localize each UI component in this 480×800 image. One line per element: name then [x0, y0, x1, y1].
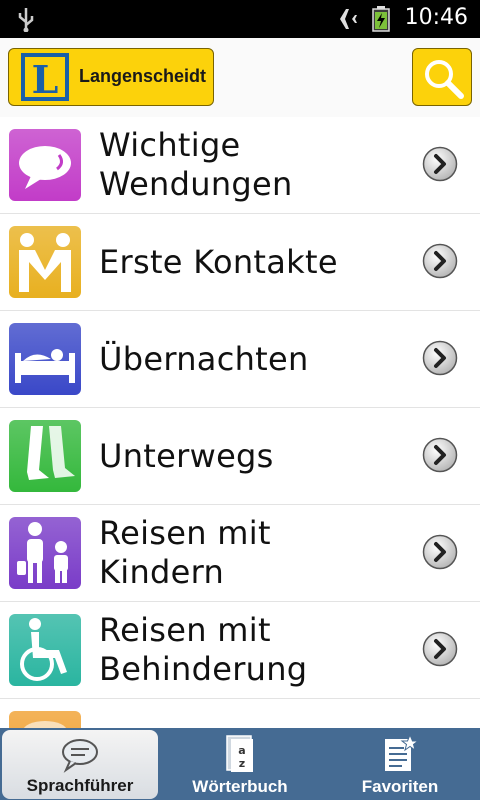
dictionary-az-icon: a z [226, 735, 253, 772]
parent-child-icon [9, 517, 81, 589]
tab-label: Favoriten [361, 777, 439, 796]
handshake-people-icon [9, 226, 81, 298]
chevron-right-icon[interactable] [422, 631, 458, 667]
chevron-right-icon[interactable] [422, 437, 458, 473]
status-bar: 10:46 [0, 0, 480, 38]
tab-sprachfuehrer[interactable]: Sprachführer [2, 730, 158, 799]
tab-label: Wörterbuch [192, 777, 288, 796]
svg-text:a: a [238, 744, 245, 757]
chevron-right-icon[interactable] [422, 534, 458, 570]
chevron-right-icon[interactable] [422, 146, 458, 182]
usb-icon [18, 8, 34, 32]
tab-woerterbuch[interactable]: a z Wörterbuch [160, 728, 320, 800]
list-item[interactable]: Übernachten [0, 311, 480, 408]
list-item-label: Erste Kontakte [99, 242, 338, 281]
brand-name: Langenscheidt [79, 66, 207, 86]
search-button[interactable] [412, 48, 472, 106]
walking-legs-icon [9, 420, 81, 492]
app-header: L Langenscheidt [0, 38, 480, 118]
tab-label: Sprachführer [26, 776, 134, 795]
list-item-label: Unterwegs [99, 436, 274, 475]
list-item[interactable]: Unterwegs [0, 408, 480, 505]
svg-text:z: z [239, 757, 245, 770]
list-item-label: Übernachten [99, 339, 309, 378]
list-item[interactable]: Erste Kontakte [0, 214, 480, 311]
list-item-label: Wichtige Wendungen [99, 126, 293, 203]
bed-icon [9, 323, 81, 395]
list-item-label [99, 699, 399, 728]
status-time: 10:46 [404, 5, 468, 30]
airplane-mode-icon [332, 9, 357, 29]
langenscheidt-logo-icon: L [21, 53, 69, 101]
list-item-label: Reisen mit Behinderung [99, 611, 308, 688]
list-item[interactable]: Wichtige Wendungen [0, 117, 480, 214]
bottom-tab-bar: Sprachführer a z Wörterbuch Favoriten [0, 728, 480, 800]
search-icon [425, 60, 464, 99]
list-item[interactable]: Reisen mit Behinderung [0, 602, 480, 699]
battery-charging-icon [372, 6, 390, 32]
list-item-label: Reisen mit Kindern [99, 514, 271, 591]
partial-item-icon [9, 711, 81, 728]
tab-favoriten[interactable]: Favoriten [320, 728, 480, 800]
speech-bubble-tab-icon [62, 739, 98, 773]
chevron-right-icon[interactable] [422, 340, 458, 376]
langenscheidt-logo-button[interactable]: L Langenscheidt [8, 48, 214, 106]
chevron-right-icon[interactable] [422, 243, 458, 279]
list-item[interactable] [0, 699, 480, 728]
list-item[interactable]: Reisen mit Kindern [0, 505, 480, 602]
logo-letter: L [32, 57, 59, 101]
favorites-list-icon [385, 734, 418, 771]
phrasebook-category-list: Wichtige Wendungen Erste Kontakte Übernach… [0, 117, 480, 728]
speech-bubble-icon [9, 129, 81, 201]
wheelchair-icon [9, 614, 81, 686]
